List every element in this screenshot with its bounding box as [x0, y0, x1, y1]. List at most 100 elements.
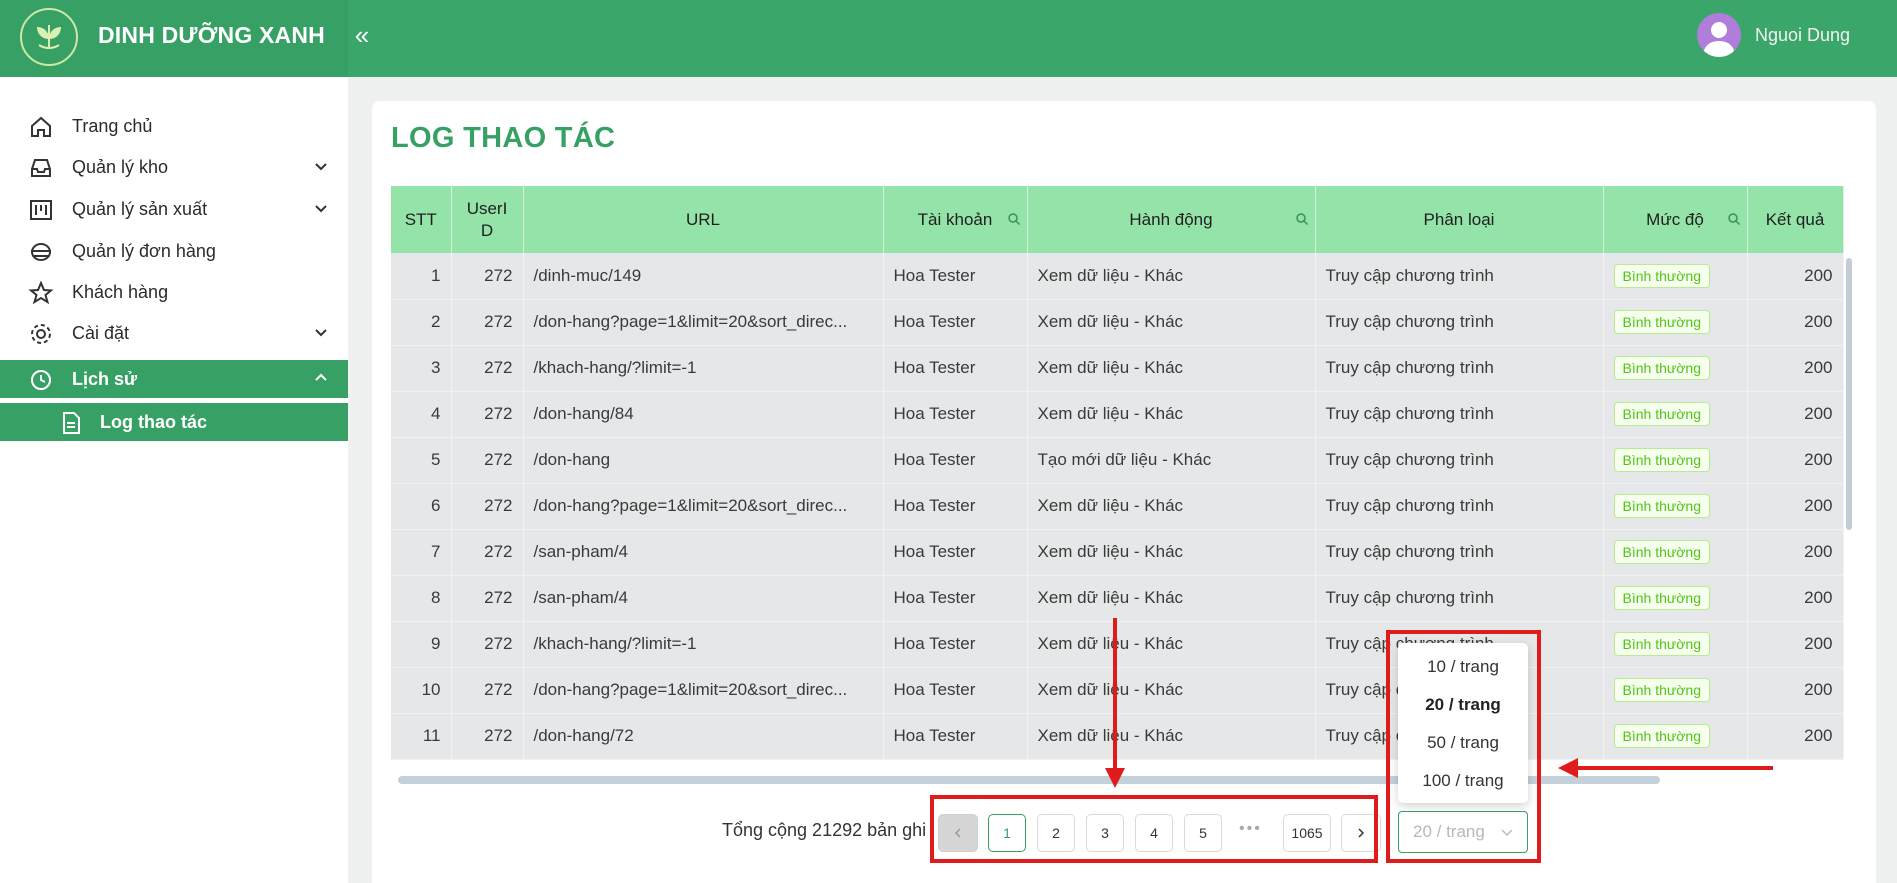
- table-row[interactable]: 7 272/san-pham/4 Hoa Tester Xem dữ liệu - K…: [391, 529, 1844, 576]
- cell-result: 200: [1747, 345, 1844, 392]
- table-row[interactable]: 6 272/don-hang?page=1&limit=20&sort_direc…: [391, 483, 1844, 530]
- cell-userid: 272: [451, 667, 524, 714]
- cell-account: Hoa Tester: [883, 529, 1028, 576]
- cell-url: /san-pham/4: [523, 575, 884, 622]
- table-row[interactable]: 2 272/don-hang?page=1&limit=20&sort_direc…: [391, 299, 1844, 346]
- cell-category: Truy cập chương trình: [1315, 253, 1604, 300]
- cell-userid: 272: [451, 253, 524, 300]
- column-header-level[interactable]: Mức độ: [1603, 186, 1748, 253]
- search-icon[interactable]: [1727, 212, 1741, 226]
- sidebar-item-log[interactable]: Log thao tác: [0, 403, 348, 441]
- column-header-label: UserID: [466, 198, 508, 240]
- status-badge: Bình thường: [1613, 402, 1710, 426]
- sidebar-item-customers[interactable]: Khách hàng: [0, 273, 348, 311]
- cell-url: /don-hang?page=1&limit=20&sort_direc...: [523, 483, 884, 530]
- cell-result: 200: [1747, 253, 1844, 300]
- cell-url: /don-hang?page=1&limit=20&sort_direc...: [523, 667, 884, 714]
- table-row[interactable]: 10 272/don-hang?page=1&limit=20&sort_dire…: [391, 667, 1844, 714]
- table-header-row: STT UserID URL Tài khoản Hành động Phân …: [391, 186, 1844, 253]
- cell-url: /don-hang?page=1&limit=20&sort_direc...: [523, 299, 884, 346]
- column-header-url[interactable]: URL: [523, 186, 884, 253]
- total-records: Tổng cộng 21292 bản ghi: [722, 820, 927, 840]
- cell-level: Bình thường: [1603, 575, 1748, 622]
- gear-icon: [31, 324, 51, 344]
- user-name[interactable]: Nguoi Dung: [1755, 25, 1850, 46]
- column-header-label: Tài khoản: [917, 209, 993, 229]
- cell-userid: 272: [451, 483, 524, 530]
- cell-account: Hoa Tester: [883, 345, 1028, 392]
- star-icon: [28, 280, 54, 305]
- status-badge: Bình thường: [1613, 494, 1710, 518]
- home-icon: [31, 116, 51, 137]
- table-row[interactable]: 3 272/khach-hang/?limit=-1 Hoa Tester Xem d…: [391, 345, 1844, 392]
- cell-userid: 272: [451, 437, 524, 484]
- column-header-stt[interactable]: STT: [391, 186, 452, 253]
- cell-userid: 272: [451, 575, 524, 622]
- table-body: 1 272/dinh-muc/149 Hoa Tester Xem dữ liệu -…: [391, 253, 1844, 760]
- column-header-account[interactable]: Tài khoản: [883, 186, 1028, 253]
- cell-stt: 4: [391, 391, 452, 438]
- search-icon[interactable]: [1295, 212, 1309, 226]
- cell-account: Hoa Tester: [883, 483, 1028, 530]
- status-badge: Bình thường: [1613, 310, 1710, 334]
- cell-stt: 9: [391, 621, 452, 668]
- table-row[interactable]: 8 272/san-pham/4 Hoa Tester Xem dữ liệu - K…: [391, 575, 1844, 622]
- cell-url: /don-hang: [523, 437, 884, 484]
- sidebar-item-label: Log thao tác: [100, 411, 207, 432]
- column-header-category[interactable]: Phân loại: [1315, 186, 1604, 253]
- status-badge: Bình thường: [1613, 678, 1710, 702]
- cell-result: 200: [1747, 529, 1844, 576]
- annotation-arrow-head-down: [1105, 768, 1125, 788]
- table-row[interactable]: 4 272/don-hang/84 Hoa Tester Xem dữ liệu - …: [391, 391, 1844, 438]
- status-badge: Bình thường: [1613, 632, 1710, 656]
- sidebar-item-orders[interactable]: Quản lý đơn hàng: [0, 232, 348, 270]
- cell-result: 200: [1747, 621, 1844, 668]
- cell-category: Truy cập chương trình: [1315, 437, 1604, 484]
- cell-category: Truy cập chương trình: [1315, 299, 1604, 346]
- cell-url: /dinh-muc/149: [523, 253, 884, 300]
- cell-account: Hoa Tester: [883, 621, 1028, 668]
- cell-stt: 7: [391, 529, 452, 576]
- cell-account: Hoa Tester: [883, 575, 1028, 622]
- cell-userid: 272: [451, 391, 524, 438]
- sidebar-item-home[interactable]: Trang chủ: [0, 107, 348, 145]
- annotation-arrow-head-left: [1558, 758, 1578, 778]
- cell-action: Xem dữ liệu - Khác: [1027, 529, 1316, 576]
- column-header-result[interactable]: Kết quả: [1747, 186, 1844, 253]
- collapse-sidebar-button[interactable]: «: [350, 20, 374, 50]
- cell-action: Tạo mới dữ liệu - Khác: [1027, 437, 1316, 484]
- status-badge: Bình thường: [1613, 448, 1710, 472]
- column-header-action[interactable]: Hành động: [1027, 186, 1316, 253]
- cell-url: /khach-hang/?limit=-1: [523, 621, 884, 668]
- vertical-scrollbar[interactable]: [1846, 258, 1852, 530]
- sidebar-item-label: Quản lý sản xuất: [72, 198, 208, 219]
- table-row[interactable]: 5 272/don-hang Hoa Tester Tạo mới dữ liệu -…: [391, 437, 1844, 484]
- cell-account: Hoa Tester: [883, 299, 1028, 346]
- avatar[interactable]: [1697, 13, 1741, 57]
- cell-result: 200: [1747, 391, 1844, 438]
- cell-url: /don-hang/72: [523, 713, 884, 760]
- cell-level: Bình thường: [1603, 529, 1748, 576]
- cell-category: Truy cập chương trình: [1315, 391, 1604, 438]
- cell-userid: 272: [451, 299, 524, 346]
- table-row[interactable]: 1 272/dinh-muc/149 Hoa Tester Xem dữ liệu -…: [391, 253, 1844, 300]
- table-row[interactable]: 11 272/don-hang/72 Hoa Tester Xem dữ liệu -…: [391, 713, 1844, 760]
- annotation-box-pagination: [930, 795, 1378, 863]
- cell-level: Bình thường: [1603, 253, 1748, 300]
- cell-stt: 3: [391, 345, 452, 392]
- sidebar-item-history[interactable]: Lịch sử: [0, 360, 348, 398]
- sidebar-item-warehouse[interactable]: Quản lý kho: [0, 148, 348, 186]
- sidebar-item-production[interactable]: Quản lý sản xuất: [0, 190, 348, 228]
- cell-level: Bình thường: [1603, 345, 1748, 392]
- cell-level: Bình thường: [1603, 667, 1748, 714]
- search-icon[interactable]: [1007, 212, 1021, 226]
- table-row[interactable]: 9 272/khach-hang/?limit=-1 Hoa Tester Xem d…: [391, 621, 1844, 668]
- chevron-down-icon: [315, 205, 327, 213]
- sidebar-item-label: Quản lý kho: [72, 156, 169, 177]
- sidebar-item-settings[interactable]: Cài đặt: [0, 314, 348, 352]
- cell-action: Xem dữ liệu - Khác: [1027, 391, 1316, 438]
- cell-userid: 272: [451, 529, 524, 576]
- column-header-userid[interactable]: UserID: [451, 186, 524, 253]
- cell-account: Hoa Tester: [883, 437, 1028, 484]
- cell-userid: 272: [451, 621, 524, 668]
